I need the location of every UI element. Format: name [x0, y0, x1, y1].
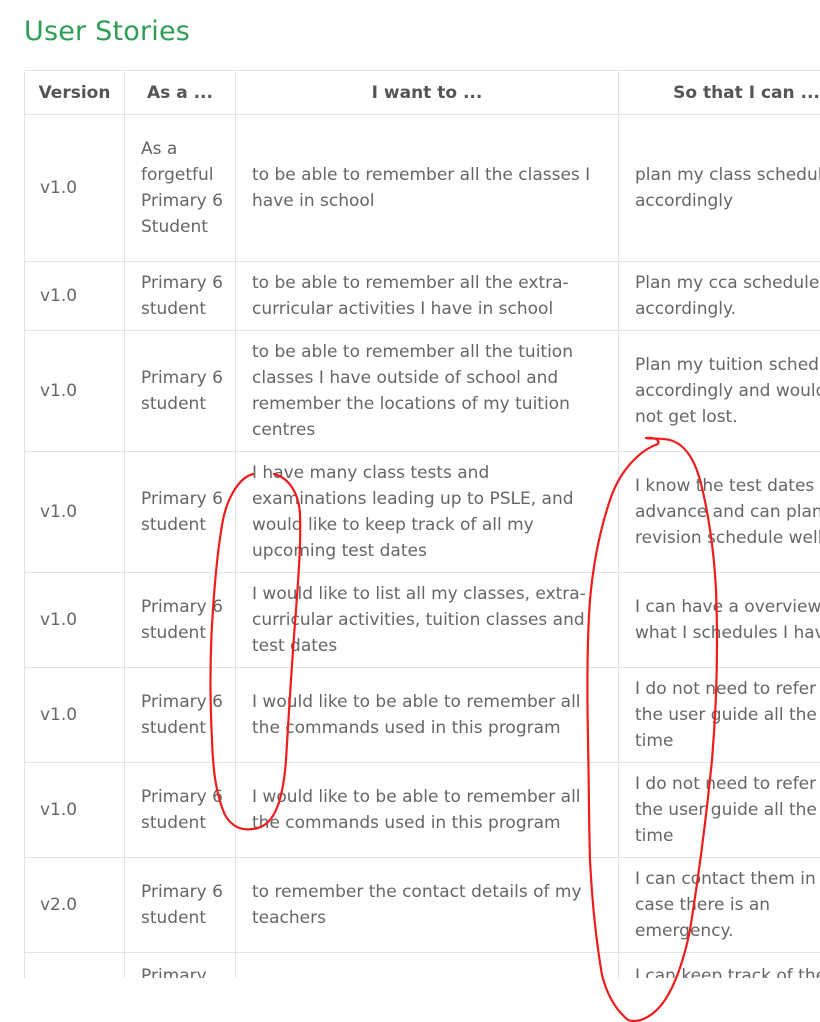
- table-row: v1.0 Primary 6 student to be able to remem…: [24, 330, 820, 452]
- table-header-row: Version As a ... I want to ... So that I…: [24, 70, 820, 115]
- cell-as-a: As a forgetful Primary 6 Student: [124, 114, 236, 262]
- header-so-that: So that I can ...: [618, 70, 820, 115]
- cell-i-want-to: to be able to remember all the classes I…: [235, 114, 619, 262]
- cell-version: [24, 952, 125, 978]
- cell-as-a: Primary 6 student: [124, 451, 236, 573]
- cell-i-want-to: I would like to be able to remember all …: [235, 667, 619, 763]
- cell-so-that: I do not need to refer to the user guide…: [618, 667, 820, 763]
- cell-version: v2.0: [24, 857, 125, 953]
- cell-as-a: Primary 6 student: [124, 762, 236, 858]
- cell-so-that: Plan my tuition schedule accordingly and…: [618, 330, 820, 452]
- cell-so-that: I can contact them in case there is an e…: [618, 857, 820, 953]
- table-row: v1.0 Primary 6 student I would like to be …: [24, 667, 820, 763]
- cell-i-want-to: to remember the contact details of my te…: [235, 857, 619, 953]
- cell-i-want-to: [235, 952, 619, 978]
- cell-i-want-to: I would like to be able to remember all …: [235, 762, 619, 858]
- cell-i-want-to: I have many class tests and examinations…: [235, 451, 619, 573]
- cell-version: v1.0: [24, 330, 125, 452]
- table-row: Primary I can keep track of the: [24, 952, 820, 978]
- page-title: User Stories: [24, 16, 191, 47]
- cell-version: v1.0: [24, 667, 125, 763]
- header-i-want-to: I want to ...: [235, 70, 619, 115]
- table-row: v2.0 Primary 6 student to remember the con…: [24, 857, 820, 953]
- cell-so-that: I can have a overview of what I schedule…: [618, 572, 820, 668]
- cell-so-that: Plan my cca schedule accordingly.: [618, 261, 820, 331]
- cell-i-want-to: to be able to remember all the tuition c…: [235, 330, 619, 452]
- cell-as-a: Primary 6 student: [124, 857, 236, 953]
- cell-as-a: Primary 6 student: [124, 667, 236, 763]
- header-version: Version: [24, 70, 125, 115]
- table-row: v1.0 Primary 6 student to be able to remem…: [24, 261, 820, 331]
- cell-as-a: Primary 6 student: [124, 330, 236, 452]
- cell-as-a: Primary: [124, 952, 236, 978]
- cell-as-a: Primary 6 student: [124, 572, 236, 668]
- cell-version: v1.0: [24, 261, 125, 331]
- cell-so-that: plan my class schedule accordingly: [618, 114, 820, 262]
- cell-version: v1.0: [24, 572, 125, 668]
- table-row: v1.0 Primary 6 student I would like to be …: [24, 762, 820, 858]
- table-row: v1.0 Primary 6 student I would like to lis…: [24, 572, 820, 668]
- cell-so-that: I can keep track of the: [618, 952, 820, 978]
- table-row: v1.0 As a forgetful Primary 6 Student to b…: [24, 114, 820, 262]
- cell-i-want-to: I would like to list all my classes, ext…: [235, 572, 619, 668]
- cell-as-a: Primary 6 student: [124, 261, 236, 331]
- user-stories-table-container: Version As a ... I want to ... So that I…: [24, 70, 820, 978]
- cell-i-want-to: to be able to remember all the extra-cur…: [235, 261, 619, 331]
- cell-version: v1.0: [24, 114, 125, 262]
- user-stories-table: Version As a ... I want to ... So that I…: [24, 70, 820, 978]
- cell-version: v1.0: [24, 762, 125, 858]
- cell-so-that: I do not need to refer to the user guide…: [618, 762, 820, 858]
- cell-version: v1.0: [24, 451, 125, 573]
- table-row: v1.0 Primary 6 student I have many class t…: [24, 451, 820, 573]
- header-as-a: As a ...: [124, 70, 236, 115]
- cell-so-that: I know the test dates in advance and can…: [618, 451, 820, 573]
